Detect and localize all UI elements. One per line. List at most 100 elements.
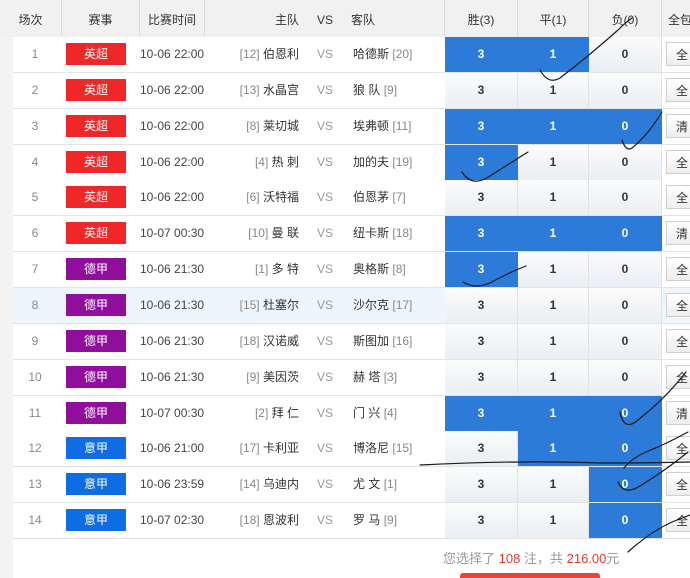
- odds-win-button[interactable]: 3: [445, 144, 518, 180]
- league-badge[interactable]: 英超: [66, 114, 126, 137]
- home-team: [8] 莱切城: [163, 109, 299, 144]
- odds-draw-button[interactable]: 1: [518, 503, 589, 539]
- odds-win-button[interactable]: 3: [445, 287, 518, 323]
- summary-mid: 注，共: [523, 551, 563, 566]
- select-all-button[interactable]: 全: [666, 508, 690, 533]
- league-badge[interactable]: 意甲: [66, 473, 126, 496]
- league-badge[interactable]: 德甲: [66, 401, 126, 424]
- odds-lose-button[interactable]: 0: [589, 431, 662, 467]
- odds-lose-button[interactable]: 0: [589, 287, 662, 323]
- away-team: 斯图加 [16]: [353, 324, 453, 359]
- select-all-button[interactable]: 全: [666, 364, 690, 389]
- odds-draw-button[interactable]: 1: [518, 108, 589, 144]
- match-index: 10: [28, 369, 42, 384]
- league-badge[interactable]: 德甲: [66, 365, 126, 388]
- odds-win-button[interactable]: 3: [445, 467, 518, 503]
- select-all-button[interactable]: 清: [666, 221, 690, 246]
- odds-lose-button[interactable]: 0: [589, 503, 662, 539]
- select-all-button[interactable]: 清: [666, 113, 690, 138]
- odds-lose-button[interactable]: 0: [589, 467, 662, 503]
- select-all-button[interactable]: 全: [666, 472, 690, 497]
- select-all-button[interactable]: 全: [666, 436, 690, 461]
- odds-lose-button[interactable]: 0: [589, 180, 662, 216]
- home-team: [6] 沃特福: [163, 180, 299, 215]
- odds-draw-button[interactable]: 1: [518, 467, 589, 503]
- select-all-button[interactable]: 全: [666, 292, 690, 317]
- odds-draw-button[interactable]: 1: [518, 144, 589, 180]
- home-name: 汉诺威: [262, 333, 299, 348]
- odds-lose-button[interactable]: 0: [589, 37, 662, 72]
- away-team: 伯恩茅 [7]: [353, 180, 453, 215]
- select-all-button[interactable]: 全: [666, 257, 690, 282]
- away-name: 罗 马: [353, 513, 381, 528]
- odds-win-button[interactable]: 3: [445, 216, 518, 252]
- select-all-button[interactable]: 全: [666, 328, 690, 353]
- select-all-button[interactable]: 全: [666, 77, 690, 102]
- odds-win-button[interactable]: 3: [445, 108, 518, 144]
- odds-draw-button[interactable]: 1: [518, 72, 589, 108]
- odds-win-button[interactable]: 3: [445, 252, 518, 288]
- vs-label: VS: [316, 333, 333, 348]
- vs-label: VS: [316, 226, 333, 241]
- odds-lose-button[interactable]: 0: [589, 108, 662, 144]
- odds-win-button[interactable]: 3: [445, 431, 518, 467]
- away-team: 加的夫 [19]: [353, 145, 453, 180]
- away-team: 赫 塔 [3]: [353, 360, 453, 395]
- home-name: 美因茨: [262, 369, 299, 384]
- home-name: 乌迪内: [262, 477, 299, 492]
- odds-win-button[interactable]: 3: [445, 359, 518, 395]
- odds-draw-button[interactable]: 1: [518, 180, 589, 216]
- odds-lose-button[interactable]: 0: [589, 395, 662, 431]
- home-rank: [18]: [239, 333, 260, 348]
- odds-win-button[interactable]: 3: [445, 37, 518, 72]
- away-name: 沙尔克: [353, 297, 390, 312]
- odds-lose-button[interactable]: 0: [589, 216, 662, 252]
- odds-draw-button[interactable]: 1: [518, 287, 589, 323]
- league-badge[interactable]: 德甲: [66, 293, 126, 316]
- odds-lose-button[interactable]: 0: [589, 144, 662, 180]
- away-rank: [8]: [392, 262, 406, 277]
- odds-draw-button[interactable]: 1: [518, 359, 589, 395]
- confirm-button[interactable]: [460, 573, 600, 578]
- header-lose: 负(0): [589, 0, 662, 37]
- odds-win-button[interactable]: 3: [445, 72, 518, 108]
- match-index: 3: [31, 118, 39, 133]
- header-home: 主队: [274, 13, 299, 27]
- header-time: 比赛时间: [140, 0, 205, 37]
- league-badge[interactable]: 德甲: [66, 258, 126, 281]
- select-all-button[interactable]: 全: [666, 185, 690, 210]
- select-all-button[interactable]: 全: [666, 42, 690, 66]
- away-team: 门 兴 [4]: [353, 396, 453, 431]
- odds-draw-button[interactable]: 1: [518, 395, 589, 431]
- league-badge[interactable]: 英超: [66, 150, 126, 173]
- league-badge[interactable]: 英超: [66, 43, 126, 65]
- away-rank: [3]: [383, 369, 398, 384]
- away-team: 奥格斯 [8]: [353, 252, 453, 287]
- league-badge[interactable]: 德甲: [66, 329, 126, 352]
- match-index: 5: [31, 190, 39, 205]
- odds-lose-button[interactable]: 0: [589, 252, 662, 288]
- odds-lose-button[interactable]: 0: [589, 323, 662, 359]
- odds-lose-button[interactable]: 0: [589, 359, 662, 395]
- league-badge[interactable]: 英超: [66, 78, 126, 101]
- odds-draw-button[interactable]: 1: [518, 431, 589, 467]
- odds-win-button[interactable]: 3: [445, 395, 518, 431]
- league-badge[interactable]: 意甲: [66, 509, 126, 532]
- odds-draw-button[interactable]: 1: [518, 323, 589, 359]
- odds-win-button[interactable]: 3: [445, 323, 518, 359]
- league-badge[interactable]: 英超: [66, 222, 126, 245]
- home-team: [18] 恩波利: [163, 503, 299, 538]
- odds-win-button[interactable]: 3: [445, 180, 518, 216]
- select-all-button[interactable]: 清: [666, 400, 690, 425]
- select-all-button[interactable]: 全: [666, 149, 690, 174]
- odds-draw-button[interactable]: 1: [518, 37, 589, 72]
- odds-draw-button[interactable]: 1: [518, 216, 589, 252]
- odds-win-button[interactable]: 3: [445, 503, 518, 539]
- away-name: 门 兴: [353, 405, 381, 420]
- odds-draw-button[interactable]: 1: [518, 252, 589, 288]
- away-rank: [11]: [392, 118, 412, 133]
- home-rank: [2]: [254, 405, 269, 420]
- league-badge[interactable]: 意甲: [66, 437, 126, 460]
- odds-lose-button[interactable]: 0: [589, 72, 662, 108]
- league-badge[interactable]: 英超: [66, 186, 126, 209]
